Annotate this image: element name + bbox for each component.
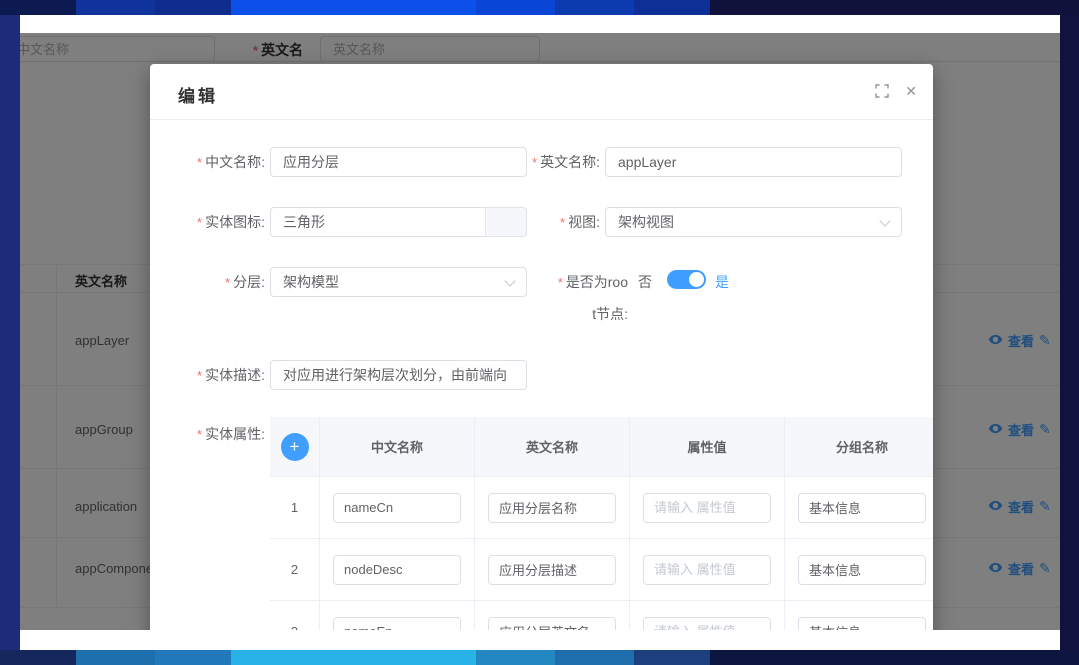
layer-label: *分层: (162, 267, 265, 298)
decorative-top-band (0, 0, 1079, 15)
attr-name-en-input[interactable] (488, 617, 616, 631)
attr-value-input[interactable] (643, 493, 771, 523)
attr-group-input[interactable] (798, 555, 926, 585)
name-cn-input[interactable] (270, 147, 527, 177)
row-index: 3 (270, 601, 320, 630)
col-header-attr-value: 属性值 (630, 417, 785, 476)
switch-on-label: 是 (715, 272, 729, 292)
is-root-label: *是否为roo t节点: (540, 272, 628, 332)
entity-icon-input[interactable] (270, 207, 486, 237)
row-index: 1 (270, 477, 320, 538)
attribute-row: 1 (270, 477, 933, 539)
switch-off-label: 否 (638, 272, 652, 292)
attr-name-cn-input[interactable] (333, 493, 461, 523)
attr-value-input[interactable] (643, 555, 771, 585)
name-en-label: *英文名称: (497, 147, 600, 178)
view-select[interactable] (605, 207, 902, 237)
attribute-row: 2 (270, 539, 933, 601)
dialog-title: 编辑 (178, 82, 218, 107)
fullscreen-icon[interactable] (875, 84, 889, 100)
toggle-knob (689, 272, 704, 287)
add-attribute-button[interactable]: + (281, 433, 309, 461)
layer-select[interactable] (270, 267, 527, 297)
decorative-bottom-band (0, 650, 1079, 665)
attr-value-input[interactable] (643, 617, 771, 631)
page-viewport: *英文名 英文名称 appLayer 查看 ✎ (20, 33, 1060, 630)
decorative-right-band (1060, 15, 1079, 650)
entity-desc-input[interactable] (270, 360, 527, 390)
dialog-header: 编辑 ✕ (150, 64, 933, 120)
attr-name-cn-input[interactable] (333, 555, 461, 585)
col-header-group: 分组名称 (785, 417, 933, 476)
col-header-name-en: 英文名称 (475, 417, 630, 476)
name-cn-label: *中文名称: (162, 147, 265, 178)
entity-attrs-label: *实体属性: (162, 419, 265, 450)
name-en-input[interactable] (605, 147, 902, 177)
entity-desc-label: *实体描述: (162, 360, 265, 391)
edit-dialog: 编辑 ✕ *中文名称: *英文名称: (150, 64, 933, 630)
attr-name-cn-input[interactable] (333, 617, 461, 631)
view-label: *视图: (497, 207, 600, 238)
attribute-row: 3 (270, 601, 933, 630)
row-index: 2 (270, 539, 320, 600)
screen: *英文名 英文名称 appLayer 查看 ✎ (0, 0, 1079, 665)
attribute-table: + 中文名称 英文名称 属性值 分组名称 1 2 (270, 417, 933, 630)
attr-name-en-input[interactable] (488, 555, 616, 585)
app-window: *英文名 英文名称 appLayer 查看 ✎ (20, 15, 1060, 650)
attr-group-input[interactable] (798, 493, 926, 523)
is-root-toggle[interactable] (667, 270, 706, 289)
attribute-table-header: + 中文名称 英文名称 属性值 分组名称 (270, 417, 933, 477)
close-icon[interactable]: ✕ (905, 84, 917, 98)
col-header-name-cn: 中文名称 (320, 417, 475, 476)
decorative-left-band (0, 15, 20, 650)
entity-icon-label: *实体图标: (162, 207, 265, 238)
attr-group-input[interactable] (798, 617, 926, 631)
attr-name-en-input[interactable] (488, 493, 616, 523)
